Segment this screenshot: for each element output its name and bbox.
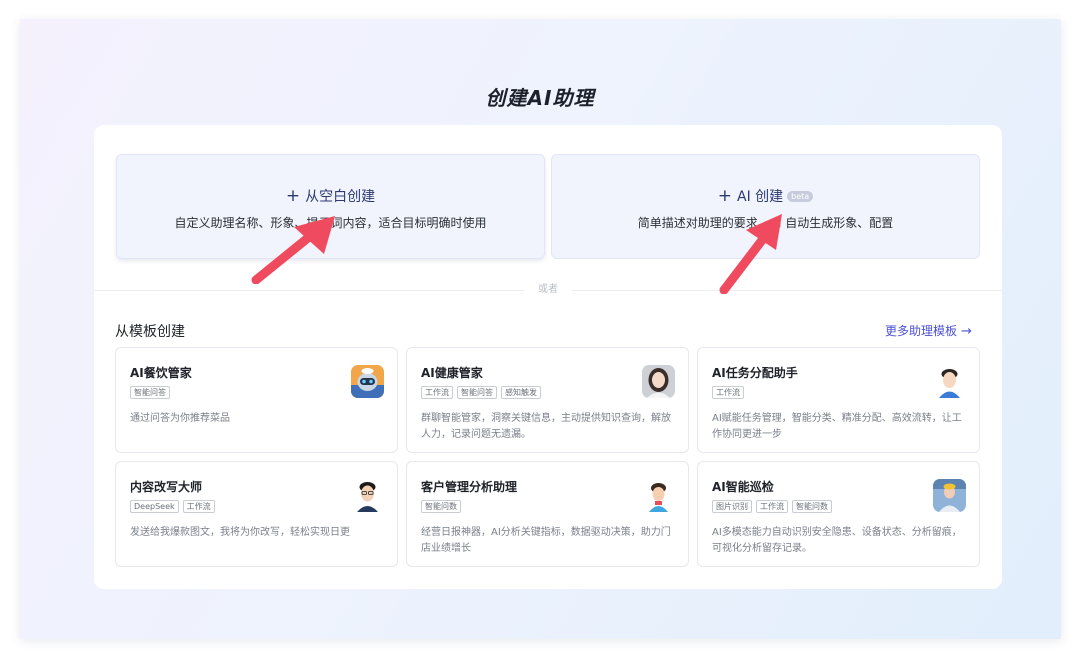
template-tags: 工作流 <box>712 386 744 399</box>
page-title: 创建AI助理 <box>485 86 595 110</box>
blank-create-description: 自定义助理名称、形象、提示词内容，适合目标明确时使用 <box>174 216 487 230</box>
template-description: 经营日报神器，AI分析关键指标，数据驱动决策，助力门店业绩增长 <box>421 527 671 554</box>
more-templates-link[interactable]: 更多助理模板 → <box>885 322 972 339</box>
template-card-task[interactable]: AI任务分配助手 工作流 AI赋能任务管理，智能分类、精准分配、高效流转，让工作… <box>697 347 980 453</box>
template-description: 群聊智能管家，洞察关键信息，主动提供知识查询，解放人力，记录问题无遗漏。 <box>421 413 671 440</box>
templates-section-title: 从模板创建 <box>115 324 185 340</box>
robot-chef-avatar-icon <box>351 365 384 398</box>
template-description: AI多模态能力自动识别安全隐患、设备状态、分析留痕，可视化分析留存记录。 <box>712 527 962 554</box>
blank-create-card[interactable]: + 从空白创建 自定义助理名称、形象、提示词内容，适合目标明确时使用 <box>116 154 545 259</box>
man-glasses-avatar-icon <box>351 479 384 512</box>
template-tag: 图片识别 <box>712 500 752 513</box>
more-templates-label: 更多助理模板 <box>885 324 958 338</box>
ai-create-label: AI 创建 <box>737 189 784 205</box>
template-card-customer[interactable]: 客户管理分析助理 智能问数 经营日报神器，AI分析关键指标，数据驱动决策，助力门… <box>406 461 689 567</box>
template-tag: 感知触发 <box>501 386 541 399</box>
template-tags: 工作流 智能问答 感知触发 <box>421 386 541 399</box>
template-name: AI餐饮管家 <box>130 366 192 380</box>
template-description: 通过问答为你推荐菜品 <box>130 413 230 424</box>
template-tag: 智能问答 <box>457 386 497 399</box>
template-name: 客户管理分析助理 <box>421 480 518 494</box>
woman-portrait-avatar-icon <box>642 365 675 398</box>
template-tag: 工作流 <box>712 386 744 399</box>
blank-create-label: 从空白创建 <box>305 189 376 205</box>
template-description: AI赋能任务管理，智能分类、精准分配、高效流转，让工作协同更进一步 <box>712 413 962 440</box>
template-card-catering[interactable]: AI餐饮管家 智能问答 通过问答为你推荐菜品 <box>115 347 398 453</box>
arrow-right-icon: → <box>961 324 972 339</box>
blank-create-heading: + 从空白创建 <box>117 186 544 207</box>
ai-create-card[interactable]: + AI 创建 beta 简单描述对助理的要求，AI 自动生成形象、配置 <box>551 154 980 259</box>
cartoon-man-avatar-icon <box>642 479 675 512</box>
template-tags: 智能问数 <box>421 500 461 513</box>
template-name: AI智能巡检 <box>712 480 774 494</box>
divider-or-text: 或者 <box>524 283 572 297</box>
beta-badge: beta <box>787 191 814 202</box>
smiling-man-avatar-icon <box>933 365 966 398</box>
ai-create-heading: + AI 创建 beta <box>552 186 979 207</box>
create-panel: + 从空白创建 自定义助理名称、形象、提示词内容，适合目标明确时使用 + AI 创建… <box>94 125 1002 589</box>
template-card-rewrite[interactable]: 内容改写大师 DeepSeek 工作流 发送给我爆款图文，我将为你改写，轻松实现… <box>115 461 398 567</box>
template-tags: DeepSeek 工作流 <box>130 500 215 513</box>
template-tags: 智能问答 <box>130 386 170 399</box>
plus-icon: + <box>285 186 301 206</box>
template-tags: 图片识别 工作流 智能问数 <box>712 500 832 513</box>
template-name: AI任务分配助手 <box>712 366 798 380</box>
plus-icon: + <box>717 186 733 206</box>
inspector-avatar-icon <box>933 479 966 512</box>
template-tag: 工作流 <box>421 386 453 399</box>
template-tag: 工作流 <box>756 500 788 513</box>
template-tag: 智能问答 <box>130 386 170 399</box>
template-tag: DeepSeek <box>130 500 179 513</box>
template-name: 内容改写大师 <box>130 480 203 494</box>
template-tag: 智能问数 <box>421 500 461 513</box>
template-description: 发送给我爆款图文，我将为你改写，轻松实现日更 <box>130 527 350 538</box>
template-card-health[interactable]: AI健康管家 工作流 智能问答 感知触发 群聊智能管家，洞察关键信息，主动提供知… <box>406 347 689 453</box>
ai-create-description: 简单描述对助理的要求，AI 自动生成形象、配置 <box>637 216 894 230</box>
template-tag: 智能问数 <box>792 500 832 513</box>
template-card-inspection[interactable]: AI智能巡检 图片识别 工作流 智能问数 AI多模态能力自动识别安全隐患、设备状… <box>697 461 980 567</box>
template-name: AI健康管家 <box>421 366 483 380</box>
template-tag: 工作流 <box>182 500 215 513</box>
